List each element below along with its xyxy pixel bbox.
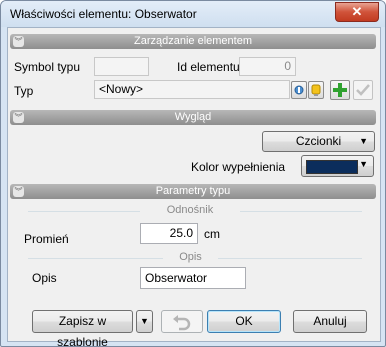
collapse-chevron-icon: ︾ — [13, 186, 24, 197]
ok-button[interactable]: OK — [207, 310, 281, 333]
dialog-body: ︾ Zarządzanie elementem Symbol typu Id e… — [7, 27, 381, 346]
cancel-button[interactable]: Anuluj — [293, 310, 367, 333]
undo-button[interactable] — [161, 310, 203, 333]
undo-icon — [173, 315, 191, 331]
element-id-field: 0 — [239, 57, 296, 76]
type-symbol-label: Symbol typu — [14, 60, 81, 74]
type-list-icon[interactable] — [291, 81, 307, 99]
divider-line — [28, 258, 163, 259]
chevron-down-icon: ▼ — [359, 136, 368, 146]
section-title-appearance: Wygląd — [174, 111, 212, 123]
fonts-button-label: Czcionki — [295, 134, 342, 148]
save-template-dropdown[interactable]: ▼ — [136, 310, 153, 333]
section-header-params[interactable]: ︾ Parametry typu — [10, 184, 376, 199]
type-value-field: <Nowy> — [94, 80, 290, 99]
close-button[interactable]: ✕ — [335, 2, 379, 22]
collapse-chevron-icon: ︾ — [13, 36, 24, 47]
radius-unit: cm — [204, 227, 220, 241]
description-group-label: Opis — [179, 251, 202, 263]
type-symbol-field — [94, 57, 149, 76]
section-title-management: Zarządzanie elementem — [133, 35, 252, 47]
add-type-plus-icon[interactable] — [330, 80, 350, 100]
fill-color-label: Kolor wypełnienia — [191, 160, 286, 174]
divider-line — [28, 211, 140, 212]
properties-dialog: Właściwości elementu: Obserwator ✕ ︾ Zar… — [0, 0, 386, 347]
collapse-chevron-icon: ︾ — [13, 112, 24, 123]
reference-group-label: Odnośnik — [166, 204, 214, 216]
type-label: Typ — [14, 84, 34, 98]
chevron-down-icon: ▼ — [359, 159, 368, 169]
title-bar: Właściwości elementu: Obserwator ✕ — [1, 1, 385, 27]
radius-label: Promień — [24, 232, 69, 246]
radius-input[interactable]: 25.0 — [140, 223, 198, 244]
fonts-dropdown-button[interactable]: Czcionki ▼ — [262, 131, 375, 152]
fill-color-swatch — [306, 160, 358, 174]
window-title: Właściwości elementu: Obserwator — [10, 7, 197, 21]
section-header-appearance[interactable]: ︾ Wygląd — [10, 110, 376, 125]
confirm-type-check-icon[interactable] — [353, 80, 373, 100]
chevron-down-icon: ▼ — [140, 316, 149, 326]
description-input[interactable]: Obserwator — [140, 267, 246, 289]
element-id-label: Id elementu — [177, 60, 240, 74]
divider-line — [218, 258, 362, 259]
type-edit-icon[interactable] — [308, 81, 324, 99]
divider-line — [240, 211, 362, 212]
fill-color-picker[interactable]: ▼ — [301, 155, 374, 177]
section-title-params: Parametry typu — [155, 185, 231, 197]
section-header-management[interactable]: ︾ Zarządzanie elementem — [10, 34, 376, 49]
description-label: Opis — [32, 271, 57, 285]
save-template-button[interactable]: Zapisz w szablonie — [32, 310, 133, 346]
